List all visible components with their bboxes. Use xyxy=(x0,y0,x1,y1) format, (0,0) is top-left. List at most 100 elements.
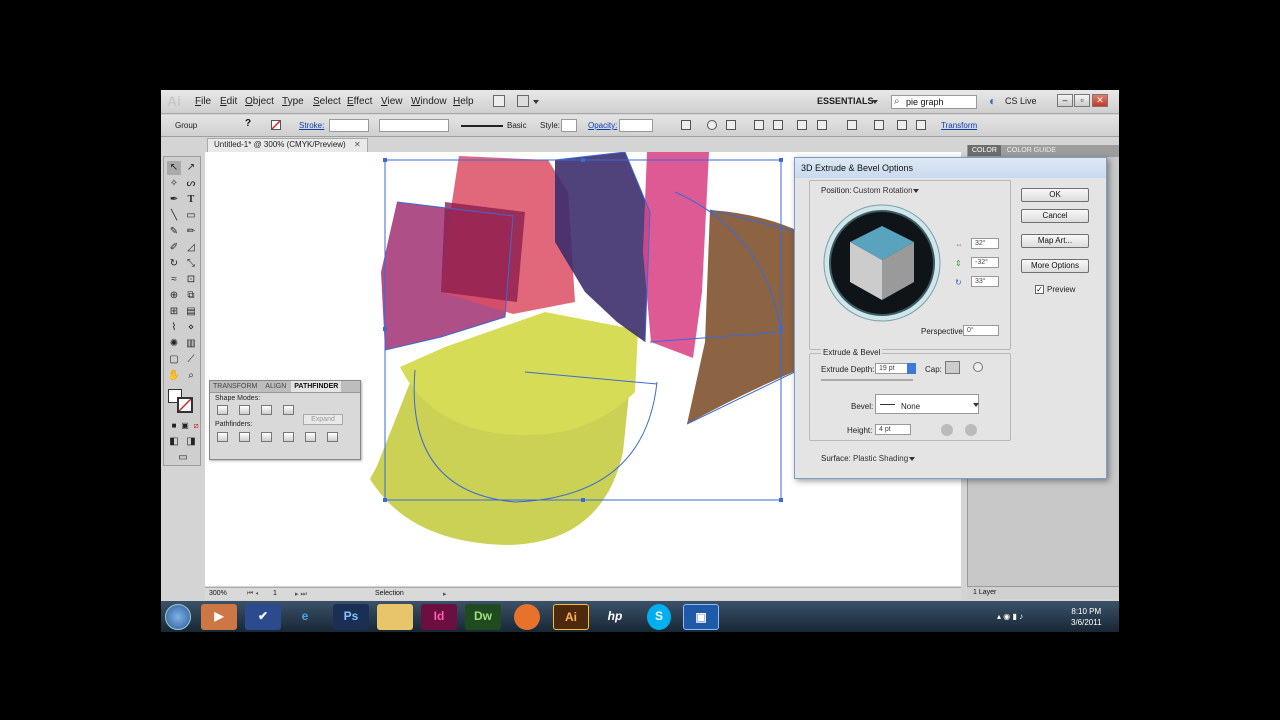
chevron-down-icon[interactable] xyxy=(973,403,979,407)
menu-view[interactable]: View xyxy=(381,96,403,107)
arrange-documents-icon[interactable] xyxy=(517,95,529,107)
tray-icons[interactable]: ▴ ◉ ▮ ♪ xyxy=(997,612,1023,621)
minus-back-button[interactable] xyxy=(327,432,338,442)
align-middle-icon[interactable] xyxy=(847,120,857,130)
folder-icon[interactable] xyxy=(377,604,413,630)
close-button[interactable]: ✕ xyxy=(1092,94,1108,107)
position-dropdown[interactable]: Custom Rotation xyxy=(853,186,913,195)
rotate-x-input[interactable]: 32° xyxy=(971,238,999,249)
screen-recorder-icon[interactable]: ▣ xyxy=(683,604,719,630)
menu-file[interactable]: File xyxy=(195,96,211,107)
system-clock[interactable]: 8:10 PM 3/6/2011 xyxy=(1071,606,1102,628)
exclude-button[interactable] xyxy=(283,405,294,415)
bridge-icon[interactable] xyxy=(493,95,505,107)
ok-button[interactable]: OK xyxy=(1021,188,1089,202)
current-tool-status[interactable]: Selection xyxy=(375,590,404,597)
start-button[interactable] xyxy=(165,604,191,630)
tab-align[interactable]: ALIGN xyxy=(262,381,289,392)
align-top-icon[interactable] xyxy=(817,120,827,130)
cancel-button[interactable]: Cancel xyxy=(1021,209,1089,223)
isolate-group-icon[interactable] xyxy=(726,120,736,130)
lasso-tool-icon[interactable]: ᔕ xyxy=(184,177,198,191)
expand-button[interactable]: Expand xyxy=(303,414,343,425)
intersect-button[interactable] xyxy=(261,405,272,415)
align-left-icon[interactable] xyxy=(754,120,764,130)
menu-select[interactable]: Select xyxy=(313,96,341,107)
eraser-tool-icon[interactable]: ◿ xyxy=(184,241,198,255)
screen-mode-icon[interactable]: ▭ xyxy=(176,451,190,465)
tab-pathfinder[interactable]: PATHFINDER xyxy=(291,381,342,392)
rotate-y-input[interactable]: -32° xyxy=(971,257,999,268)
free-transform-tool-icon[interactable]: ⊡ xyxy=(184,273,198,287)
outline-button[interactable] xyxy=(305,432,316,442)
tab-color[interactable]: COLOR xyxy=(968,145,1001,156)
menu-window[interactable]: Window xyxy=(411,96,447,107)
illustrator-icon[interactable]: Ai xyxy=(553,604,589,630)
stroke-swatch[interactable] xyxy=(177,397,193,413)
photoshop-icon[interactable]: Ps xyxy=(333,604,369,630)
none-mode-icon[interactable]: ⧄ xyxy=(189,419,203,433)
perspective-input[interactable]: 0° xyxy=(963,325,999,336)
extrude-depth-slider[interactable] xyxy=(821,379,913,381)
first-page-icon[interactable]: ⏮ ◂ xyxy=(247,590,258,598)
direct-selection-tool-icon[interactable]: ↗ xyxy=(184,161,198,175)
pen-tool-icon[interactable]: ✒ xyxy=(167,193,181,207)
minimize-button[interactable]: – xyxy=(1057,94,1073,107)
warp-tool-icon[interactable]: ≈ xyxy=(167,273,181,287)
map-art-button[interactable]: Map Art... xyxy=(1021,234,1089,248)
rotation-trackball[interactable] xyxy=(821,202,943,324)
blend-tool-icon[interactable]: ⋄ xyxy=(184,321,198,335)
zoom-tool-icon[interactable]: ⌕ xyxy=(184,369,198,383)
hp-icon[interactable]: hp xyxy=(597,604,633,630)
menu-object[interactable]: Object xyxy=(245,96,274,107)
rectangle-tool-icon[interactable]: ▭ xyxy=(184,209,198,223)
menu-edit[interactable]: Edit xyxy=(220,96,237,107)
align-center-icon[interactable] xyxy=(773,120,783,130)
gradient-tool-icon[interactable]: ▤ xyxy=(184,305,198,319)
tab-transform[interactable]: TRANSFORM xyxy=(210,381,260,392)
rotate-tool-icon[interactable]: ↻ xyxy=(167,257,181,271)
graphic-style-swatch[interactable] xyxy=(561,119,577,132)
cap-on-button[interactable] xyxy=(945,361,960,374)
workspace-switcher[interactable]: ESSENTIALS xyxy=(817,96,874,106)
variable-width-field[interactable] xyxy=(379,119,449,132)
bevel-extent-out-icon[interactable] xyxy=(941,424,953,436)
scale-tool-icon[interactable]: ⤡ xyxy=(184,257,198,271)
page-number[interactable]: 1 xyxy=(273,590,277,597)
preview-checkbox[interactable]: ✓ xyxy=(1035,285,1044,294)
search-input[interactable]: ⌕ pie graph xyxy=(891,95,977,109)
draw-inside-icon[interactable]: ◨ xyxy=(184,435,198,449)
trim-button[interactable] xyxy=(239,432,250,442)
graph-tool-icon[interactable]: ▥ xyxy=(184,337,198,351)
distribute-top-icon[interactable] xyxy=(897,120,907,130)
eyedropper-tool-icon[interactable]: ⌇ xyxy=(167,321,181,335)
chevron-down-icon[interactable] xyxy=(533,100,539,104)
blob-brush-tool-icon[interactable]: ✐ xyxy=(167,241,181,255)
unite-button[interactable] xyxy=(217,405,228,415)
internet-explorer-icon[interactable]: e xyxy=(287,604,323,630)
selection-tool-icon[interactable]: ↖ xyxy=(167,161,181,175)
opacity-field[interactable] xyxy=(619,119,653,132)
restore-button[interactable]: ▫ xyxy=(1074,94,1090,107)
line-tool-icon[interactable]: ╲ xyxy=(167,209,181,223)
height-input[interactable]: 4 pt xyxy=(875,424,911,435)
artboard-tool-icon[interactable]: ▢ xyxy=(167,353,181,367)
media-player-icon[interactable]: ▶ xyxy=(201,604,237,630)
cap-off-button[interactable] xyxy=(973,362,983,372)
divide-button[interactable] xyxy=(217,432,228,442)
close-icon[interactable]: ✕ xyxy=(354,140,361,149)
merge-button[interactable] xyxy=(261,432,272,442)
next-page-icon[interactable]: ▸ ⏭ xyxy=(295,590,307,599)
magic-wand-tool-icon[interactable]: ✧ xyxy=(167,177,181,191)
skype-icon[interactable]: S xyxy=(647,604,671,630)
surface-dropdown[interactable]: Plastic Shading xyxy=(853,454,908,463)
mesh-tool-icon[interactable]: ⊞ xyxy=(167,305,181,319)
stroke-weight-field[interactable] xyxy=(329,119,369,132)
recolor-artwork-icon[interactable] xyxy=(707,120,717,130)
stroke-none-icon[interactable] xyxy=(271,120,281,130)
extrude-depth-slider-toggle[interactable] xyxy=(907,363,916,374)
distribute-center-icon[interactable] xyxy=(916,120,926,130)
cs-live-menu[interactable]: CS Live xyxy=(1005,96,1037,106)
stroke-link[interactable]: Stroke: xyxy=(299,121,324,130)
rotate-z-input[interactable]: 33° xyxy=(971,276,999,287)
